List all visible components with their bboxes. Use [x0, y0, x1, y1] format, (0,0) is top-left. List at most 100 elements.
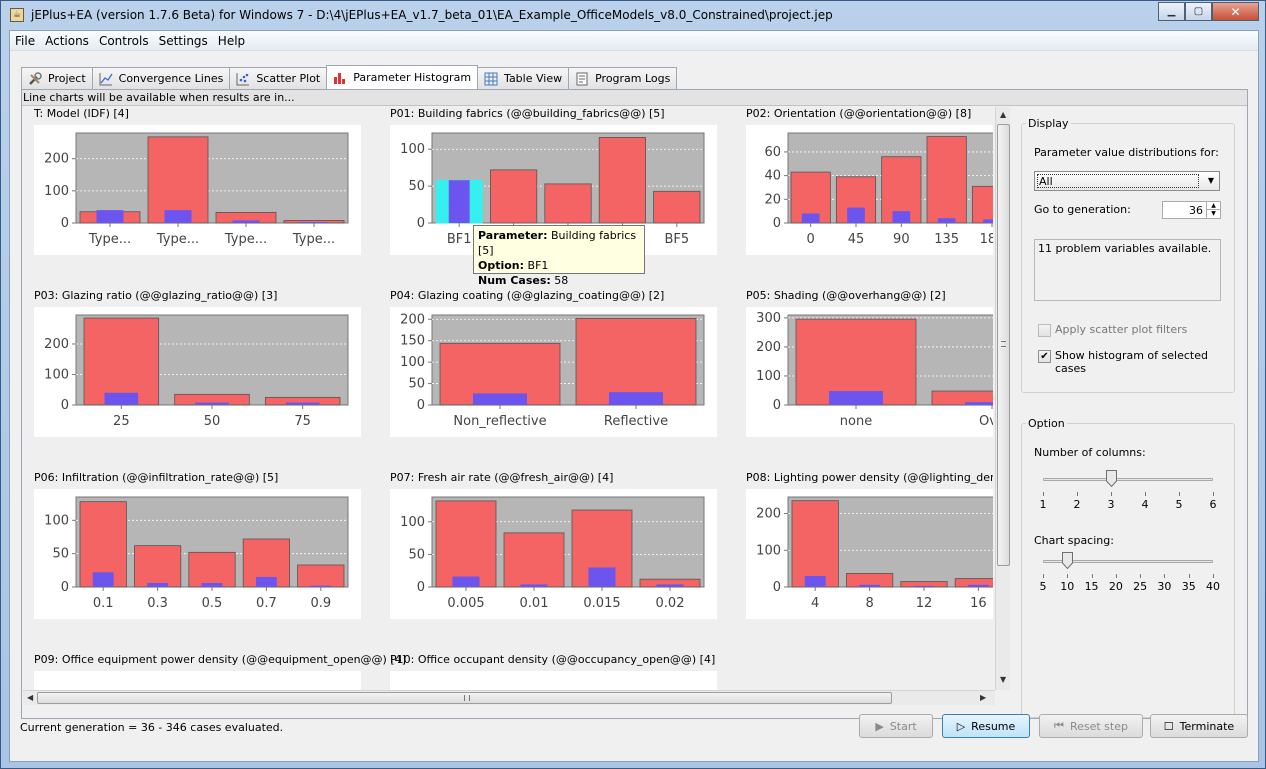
x-tick-label: Type...	[88, 232, 131, 247]
reset-label: Reset step	[1069, 719, 1128, 733]
show-selected-checkbox[interactable]: ✔	[1038, 350, 1051, 363]
y-tick-label: 100	[400, 142, 425, 157]
tab-table-view[interactable]: Table View	[477, 67, 570, 89]
bar-selected-cases	[609, 392, 663, 405]
scroll-right-icon[interactable]: ▶	[980, 693, 986, 702]
x-tick-label: 0.5	[202, 596, 223, 611]
maximize-icon[interactable]: ▢	[1185, 2, 1212, 21]
tab-logs-label: Program Logs	[595, 72, 671, 85]
tab-convergence-lines[interactable]: Convergence Lines	[91, 67, 231, 89]
generation-value: 36	[1189, 204, 1203, 217]
menu-actions[interactable]: Actions	[40, 31, 94, 48]
columns-slider[interactable]: 1 2 3 4 5 6	[1022, 464, 1236, 514]
minimize-icon[interactable]: ▁	[1158, 2, 1185, 21]
slider-tick	[1188, 574, 1190, 578]
chart-title: P01: Building fabrics (@@building_fabric…	[390, 107, 665, 120]
close-icon[interactable]: ✕	[1212, 2, 1259, 21]
spinner-down-icon[interactable]: ▼	[1206, 210, 1220, 218]
scroll-down-icon[interactable]: ▼	[1000, 675, 1006, 684]
y-tick-label: 200	[756, 507, 781, 522]
slider-tick	[1067, 574, 1069, 578]
apply-filters-checkbox[interactable]	[1038, 324, 1051, 337]
app-window: ☕ jEPlus+EA (version 1.7.6 Beta) for Win…	[0, 0, 1266, 769]
chart-title: P05: Shading (@@overhang@@) [2]	[746, 289, 946, 302]
y-tick-label: 100	[756, 369, 781, 384]
y-tick-label: 0	[61, 580, 69, 595]
scroll-up-icon[interactable]: ▲	[1000, 110, 1006, 119]
chart-canvas[interactable]: 020406004590135180225	[746, 125, 993, 255]
resume-button[interactable]: ▷ Resume	[942, 714, 1030, 738]
chart-canvas[interactable]: 0 50 100 0.1 0.3 0.5 0.7 0.9	[34, 489, 361, 619]
slider-tick	[1145, 492, 1146, 496]
scroll-left-icon[interactable]: ◀	[27, 693, 33, 702]
generation-spinner[interactable]: 36 ▲ ▼	[1162, 201, 1221, 219]
distribution-select-value: All	[1037, 174, 1199, 188]
tooltip-option-label: Option:	[478, 259, 525, 272]
y-tick-label: 40	[764, 169, 781, 184]
vertical-scrollbar[interactable]: ▲ ▼	[995, 107, 1010, 690]
skip-back-icon: ⏮	[1054, 719, 1064, 732]
tab-project[interactable]: Project	[21, 67, 93, 89]
slider-tick-label: 5	[1039, 580, 1047, 593]
chart-canvas[interactable]	[390, 671, 717, 690]
chart-title: P02: Orientation (@@orientation@@) [8]	[746, 107, 972, 120]
y-tick-label: 100	[44, 184, 69, 199]
tooltip-cases-label: Num Cases:	[478, 274, 551, 287]
x-tick-label: 50	[204, 414, 221, 429]
slider-tick-label: 2	[1073, 498, 1081, 511]
slider-thumb[interactable]	[1106, 470, 1117, 487]
y-tick-label: 150	[400, 334, 425, 349]
bar-all-cases	[147, 136, 209, 224]
x-tick-label: 0.9	[310, 596, 331, 611]
start-label: Start	[889, 719, 917, 733]
tooltip-option-value: BF1	[527, 259, 549, 272]
y-tick-label: 20	[764, 192, 781, 207]
x-tick-label: 0.005	[447, 596, 484, 611]
terminate-button[interactable]: ☐ Terminate	[1150, 714, 1248, 738]
chart-canvas[interactable]: 0 100 200 25 50 75	[34, 307, 361, 437]
vertical-scroll-thumb[interactable]	[997, 124, 1010, 566]
chart-canvas[interactable]: 0 100 200 Type... Type... Type... Type...	[34, 125, 361, 255]
y-tick-label: 100	[400, 355, 425, 370]
tools-icon	[29, 71, 42, 85]
reset-step-button[interactable]: ⏮ Reset step	[1039, 714, 1143, 738]
horizontal-scroll-thumb[interactable]	[37, 692, 892, 704]
histogram-svg: 0 50 100 0.1 0.3 0.5 0.7 0.9	[44, 496, 349, 611]
y-tick-label: 0	[417, 216, 425, 231]
chart-canvas[interactable]: 0 50 100 150 200 Non_reflective Reflective	[390, 307, 717, 437]
slider-thumb[interactable]	[1062, 552, 1074, 569]
bar-all-cases	[435, 500, 497, 588]
bar-selected-cases	[847, 207, 865, 223]
x-tick-label: 0.01	[520, 596, 549, 611]
x-tick-label: 0.1	[93, 596, 114, 611]
x-tick-label: 0.015	[583, 596, 620, 611]
spinner-up-icon[interactable]: ▲	[1206, 202, 1220, 210]
start-button[interactable]: ▶ Start	[859, 714, 933, 738]
menu-settings[interactable]: Settings	[154, 31, 213, 48]
menu-controls[interactable]: Controls	[94, 31, 154, 48]
slider-track[interactable]	[1043, 478, 1213, 481]
slider-tick-label: 15	[1084, 580, 1099, 593]
tab-parameter-histogram[interactable]: Parameter Histogram	[326, 65, 479, 89]
horizontal-scrollbar[interactable]: ◀ ▶	[23, 690, 995, 705]
tab-program-logs[interactable]: Program Logs	[568, 67, 678, 89]
y-tick-label: 200	[44, 337, 69, 352]
spacing-slider[interactable]: 5 10 15 20 25 30 35 40	[1022, 546, 1236, 596]
histogram-svg: 0 100 200 300 none Ove	[756, 311, 993, 429]
tab-scatter-plot[interactable]: Scatter Plot	[229, 67, 328, 89]
menu-file[interactable]: File	[10, 31, 40, 48]
chart-canvas[interactable]: 0 100 200 300 none Ove	[746, 307, 993, 437]
chart-canvas[interactable]	[34, 671, 361, 690]
bar-selected-cases	[104, 392, 139, 405]
title-bar[interactable]: ☕ jEPlus+EA (version 1.7.6 Beta) for Win…	[1, 1, 1265, 29]
chart-canvas[interactable]: 0 100 200 4 8 12 16 20	[746, 489, 993, 619]
distribution-select[interactable]: All ▼	[1034, 171, 1220, 191]
x-tick-label: Ove	[979, 414, 993, 429]
chart-canvas[interactable]: 0 50 100 0.005 0.01 0.015 0.02	[390, 489, 717, 619]
y-tick-label: 300	[756, 311, 781, 326]
bar-all-cases	[490, 169, 538, 224]
bar-all-cases	[926, 136, 967, 224]
menu-help[interactable]: Help	[213, 31, 250, 48]
info-message: Line charts will be available when resul…	[22, 90, 1247, 106]
status-text: Current generation = 36 - 346 cases eval…	[20, 721, 284, 734]
